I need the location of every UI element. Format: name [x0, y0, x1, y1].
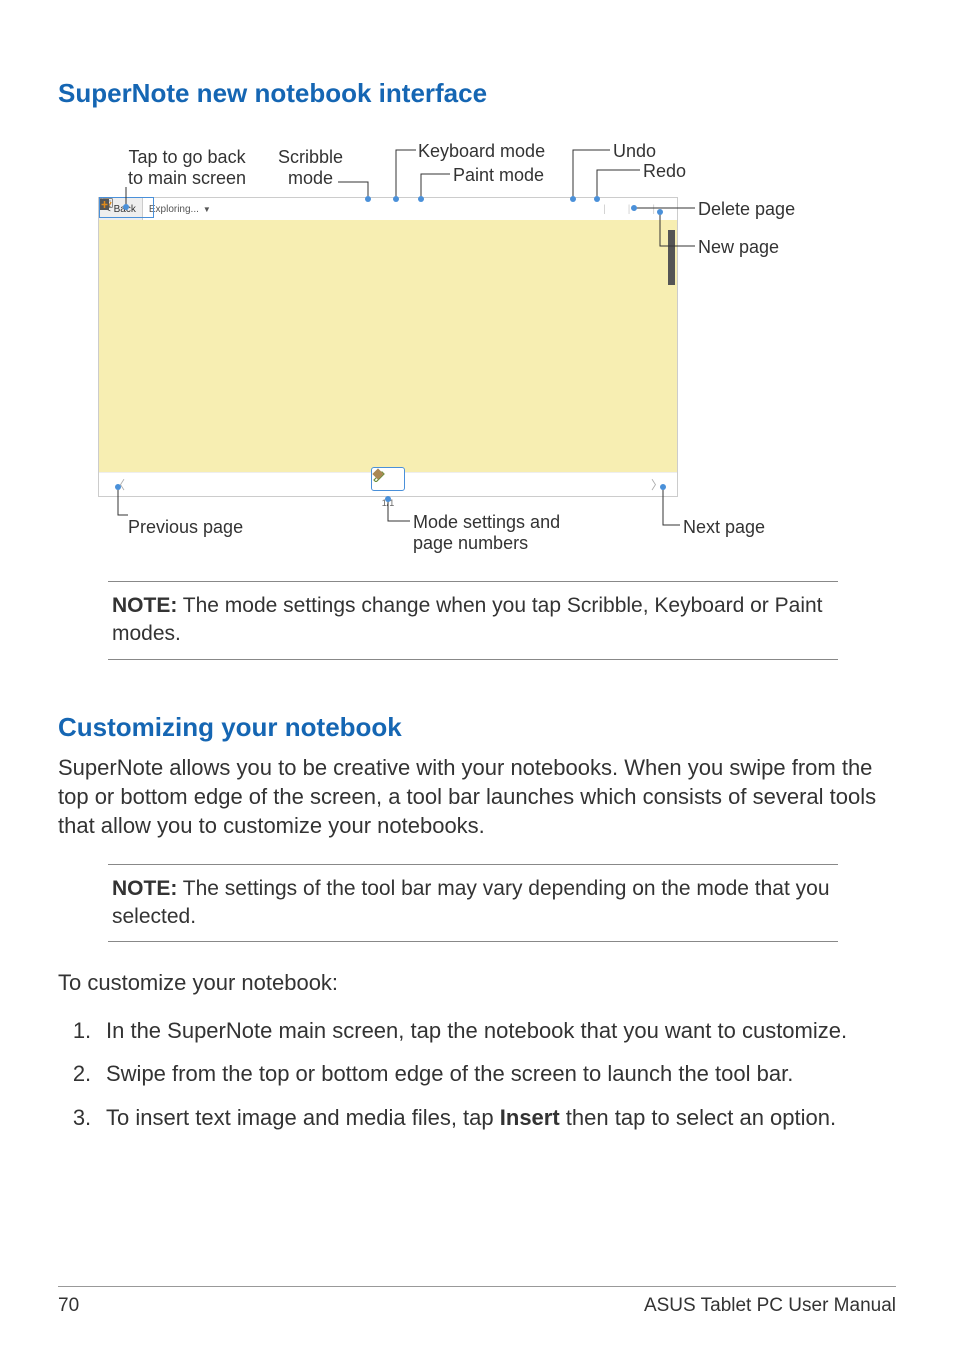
page-number: 70 [58, 1295, 79, 1317]
list-number: 1. [58, 1016, 106, 1046]
steps-list: 1. In the SuperNote main screen, tap the… [58, 1016, 896, 1133]
list-item: 1. In the SuperNote main screen, tap the… [58, 1016, 896, 1046]
note-prefix: NOTE: [112, 877, 177, 900]
list-item: 2. Swipe from the top or bottom edge of … [58, 1059, 896, 1089]
page-footer: 70 ASUS Tablet PC User Manual [58, 1286, 896, 1317]
list-text: Swipe from the top or bottom edge of the… [106, 1059, 896, 1089]
manual-title: ASUS Tablet PC User Manual [644, 1295, 896, 1317]
leader-lines [88, 137, 868, 557]
note-text: The mode settings change when you tap Sc… [112, 594, 823, 645]
note-text: The settings of the tool bar may vary de… [112, 877, 830, 928]
heading-customizing: Customizing your notebook [58, 712, 896, 743]
diagram-container: < Back Exploring... ▼ | | [88, 137, 868, 557]
note-toolbar-settings: NOTE: The settings of the tool bar may v… [108, 864, 838, 943]
intro-paragraph: SuperNote allows you to be creative with… [58, 753, 896, 840]
list-number: 3. [58, 1103, 106, 1133]
heading-supernote-interface: SuperNote new notebook interface [58, 78, 896, 109]
note-prefix: NOTE: [112, 594, 177, 617]
list-item: 3. To insert text image and media files,… [58, 1103, 896, 1133]
list-text: In the SuperNote main screen, tap the no… [106, 1016, 896, 1046]
list-text: To insert text image and media files, ta… [106, 1103, 896, 1133]
note-mode-settings: NOTE: The mode settings change when you … [108, 581, 838, 660]
list-number: 2. [58, 1059, 106, 1089]
steps-intro: To customize your notebook: [58, 968, 896, 997]
